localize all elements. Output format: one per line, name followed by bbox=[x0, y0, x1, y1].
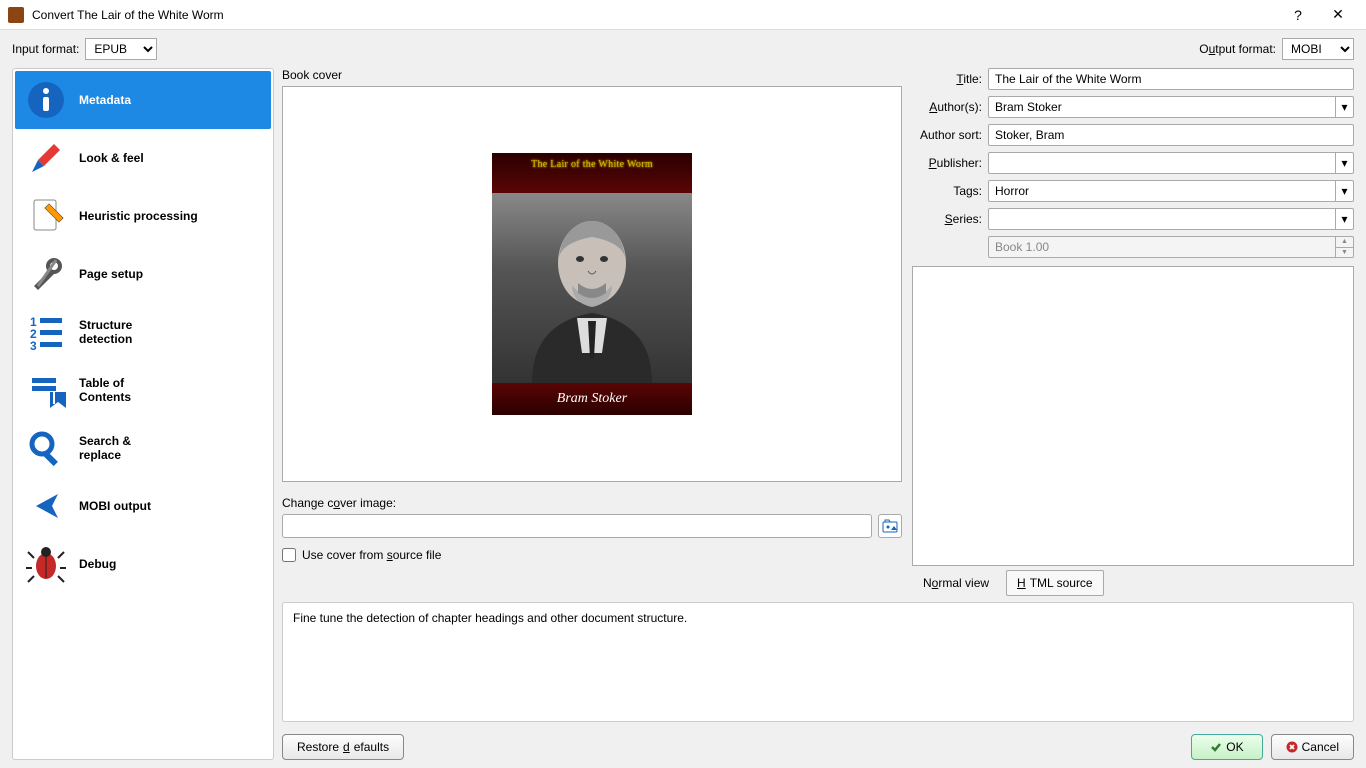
svg-text:3: 3 bbox=[30, 339, 37, 352]
app-icon bbox=[8, 7, 24, 23]
check-icon bbox=[1210, 741, 1222, 753]
chevron-down-icon[interactable]: ▾ bbox=[1335, 97, 1353, 117]
folder-open-icon bbox=[882, 518, 898, 534]
metadata-section: Title: Author(s): Bram Stoker▾ Author so… bbox=[912, 68, 1354, 596]
comments-box[interactable] bbox=[912, 266, 1354, 566]
sidebar-item-label: Structuredetection bbox=[79, 318, 132, 347]
cancel-icon bbox=[1286, 741, 1298, 753]
numbered-list-icon: 123 bbox=[25, 311, 67, 353]
book-number-spinner[interactable]: Book 1.00▲▼ bbox=[988, 236, 1354, 258]
sidebar-item-page-setup[interactable]: Page setup bbox=[15, 245, 271, 303]
cover-title-text: The Lair of the White Worm bbox=[492, 153, 692, 193]
chevron-down-icon[interactable]: ▾ bbox=[1335, 181, 1353, 201]
sidebar-item-label: Heuristic processing bbox=[79, 209, 198, 223]
sidebar-item-label: Debug bbox=[79, 557, 116, 571]
output-format-label: Output format: bbox=[1199, 42, 1276, 56]
titlebar: Convert The Lair of the White Worm ? ✕ bbox=[0, 0, 1366, 30]
sidebar-item-metadata[interactable]: Metadata bbox=[15, 71, 271, 129]
ok-button[interactable]: OK bbox=[1191, 734, 1262, 760]
output-format-select[interactable]: MOBI bbox=[1282, 38, 1354, 60]
cover-author-text: Bram Stoker bbox=[492, 383, 692, 415]
tab-normal-view[interactable]: Normal view bbox=[912, 571, 1000, 595]
tags-combo[interactable]: Horror▾ bbox=[988, 180, 1354, 202]
cancel-button[interactable]: Cancel bbox=[1271, 734, 1354, 760]
sidebar-item-label: Metadata bbox=[79, 93, 131, 107]
sidebar: Metadata Look & feel Heuristic processin… bbox=[12, 68, 274, 760]
arrow-left-icon bbox=[25, 485, 67, 527]
browse-cover-button[interactable] bbox=[878, 514, 902, 538]
restore-defaults-button[interactable]: Restore defaults bbox=[282, 734, 404, 760]
change-cover-label: Change cover image: bbox=[282, 496, 902, 510]
cover-section: Book cover The Lair of the White Worm bbox=[282, 68, 902, 596]
brush-icon bbox=[25, 137, 67, 179]
author-combo[interactable]: Bram Stoker▾ bbox=[988, 96, 1354, 118]
sidebar-item-look-feel[interactable]: Look & feel bbox=[15, 129, 271, 187]
cover-path-input[interactable] bbox=[282, 514, 872, 538]
bug-icon bbox=[25, 543, 67, 585]
series-label: Series: bbox=[912, 212, 982, 226]
cover-preview: The Lair of the White Worm bbox=[282, 86, 902, 482]
chevron-down-icon[interactable]: ▾ bbox=[1335, 209, 1353, 229]
toc-icon bbox=[25, 369, 67, 411]
cover-image: The Lair of the White Worm bbox=[492, 153, 692, 415]
spinner-icon[interactable]: ▲▼ bbox=[1335, 237, 1353, 257]
bottom-bar: Restore defaults OK Cancel bbox=[282, 728, 1354, 760]
book-cover-label: Book cover bbox=[282, 68, 902, 82]
sidebar-item-toc[interactable]: Table ofContents bbox=[15, 361, 271, 419]
input-format-select[interactable]: EPUB bbox=[85, 38, 157, 60]
use-source-cover-label: Use cover from source file bbox=[302, 548, 441, 562]
chevron-down-icon[interactable]: ▾ bbox=[1335, 153, 1353, 173]
cover-photo bbox=[492, 193, 692, 383]
sidebar-item-debug[interactable]: Debug bbox=[15, 535, 271, 593]
window-title: Convert The Lair of the White Worm bbox=[32, 8, 1278, 22]
magnifier-icon bbox=[25, 427, 67, 469]
sidebar-item-label: Search &replace bbox=[79, 434, 131, 463]
sidebar-item-label: MOBI output bbox=[79, 499, 151, 513]
help-button[interactable]: ? bbox=[1278, 7, 1318, 23]
close-button[interactable]: ✕ bbox=[1318, 6, 1358, 23]
document-pencil-icon bbox=[25, 195, 67, 237]
series-combo[interactable]: ▾ bbox=[988, 208, 1354, 230]
authorsort-input[interactable] bbox=[988, 124, 1354, 146]
sidebar-item-heuristic[interactable]: Heuristic processing bbox=[15, 187, 271, 245]
tags-label: Tags: bbox=[912, 184, 982, 198]
sidebar-item-label: Page setup bbox=[79, 267, 143, 281]
tab-html-source[interactable]: HTML source bbox=[1006, 570, 1104, 596]
sidebar-item-label: Table ofContents bbox=[79, 376, 131, 405]
sidebar-item-label: Look & feel bbox=[79, 151, 144, 165]
input-format-label: Input format: bbox=[12, 42, 79, 56]
sidebar-item-mobi-output[interactable]: MOBI output bbox=[15, 477, 271, 535]
hint-text: Fine tune the detection of chapter headi… bbox=[282, 602, 1354, 722]
title-label: Title: bbox=[912, 72, 982, 86]
title-input[interactable] bbox=[988, 68, 1354, 90]
sidebar-item-search-replace[interactable]: Search &replace bbox=[15, 419, 271, 477]
use-source-cover-checkbox[interactable] bbox=[282, 548, 296, 562]
info-icon bbox=[25, 79, 67, 121]
publisher-combo[interactable]: ▾ bbox=[988, 152, 1354, 174]
author-label: Author(s): bbox=[912, 100, 982, 114]
tools-icon bbox=[25, 253, 67, 295]
format-bar: Input format: EPUB Output format: MOBI bbox=[0, 30, 1366, 68]
authorsort-label: Author sort: bbox=[912, 128, 982, 142]
sidebar-item-structure[interactable]: 123 Structuredetection bbox=[15, 303, 271, 361]
publisher-label: Publisher: bbox=[912, 156, 982, 170]
